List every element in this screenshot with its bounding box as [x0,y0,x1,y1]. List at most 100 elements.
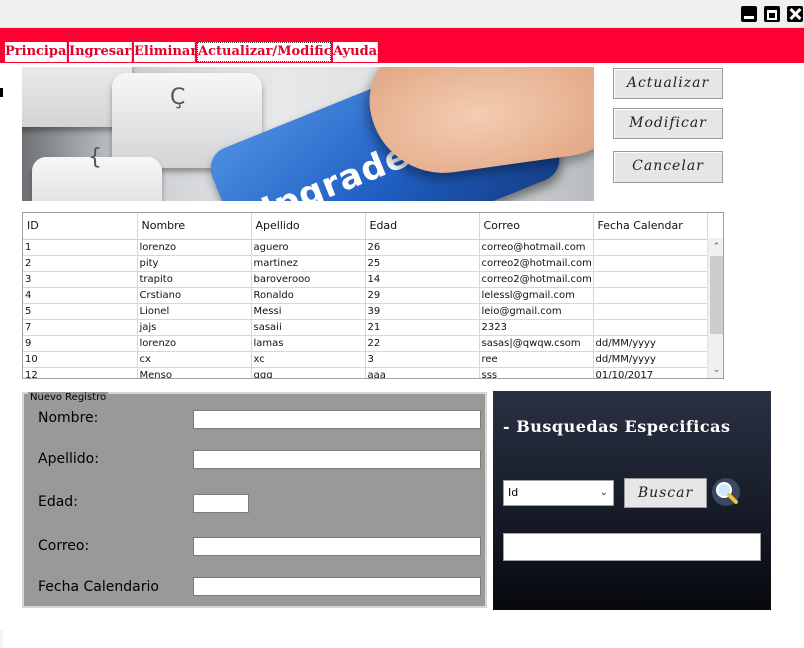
table-cell[interactable]: lelessl@gmail.com [479,287,594,304]
table-cell[interactable]: Lionel [137,303,252,320]
app-window: Principal Ingresar Eliminar Actualizar/M… [0,0,804,648]
menu-item-eliminar[interactable]: Eliminar [134,42,197,62]
table-cell[interactable]: 4 [23,287,138,304]
grid-scrollbar[interactable]: ⌃ ⌄ [707,238,723,378]
column-header[interactable]: Edad [365,213,480,240]
table-cell[interactable]: lorenzo [137,239,252,256]
menu-item-principal[interactable]: Principal [5,42,71,62]
menu-item-ayuda[interactable]: Ayuda [333,42,378,62]
search-value-input[interactable] [503,533,761,561]
table-cell[interactable]: 29 [365,287,480,304]
scroll-thumb[interactable] [710,256,723,334]
table-cell[interactable]: Ronaldo [251,287,366,304]
buscar-button[interactable]: Buscar [624,478,707,508]
table-cell[interactable]: Messi [251,303,366,320]
table-cell[interactable]: correo2@hotmail.com [479,271,594,288]
table-cell[interactable]: baroverooo [251,271,366,288]
table-cell[interactable]: 25 [365,255,480,272]
table-cell[interactable]: 01/10/2017 [593,367,708,378]
table-cell[interactable] [593,319,708,336]
nombre-label: Nombre: [38,410,99,426]
nombre-input[interactable] [193,410,481,429]
table-row[interactable]: 1 lorenzo aguero 26 correo@hotmail.com [23,239,708,256]
table-cell[interactable]: 7 [23,319,138,336]
column-header[interactable]: Apellido [251,213,366,240]
table-cell[interactable]: 3 [365,351,480,368]
cancelar-button[interactable]: Cancelar [613,151,723,183]
correo-input[interactable] [193,537,481,556]
table-row[interactable]: 2 pity martinez 25 correo2@hotmail.com [23,255,708,272]
table-cell[interactable]: sss [479,367,594,378]
table-row[interactable]: 12 Menso qqq aaa sss 01/10/2017 [23,367,708,378]
table-cell[interactable]: xc [251,351,366,368]
apellido-label: Apellido: [38,451,99,467]
table-cell[interactable] [593,303,708,320]
actualizar-button[interactable]: Actualizar [613,68,723,99]
table-row[interactable]: 9 lorenzo lamas 22 sasas|@qwqw.csom dd/MM/yyy… [23,335,708,352]
apellido-input[interactable] [193,450,481,469]
table-cell[interactable]: sasaii [251,319,366,336]
table-cell[interactable]: ree [479,351,594,368]
table-cell[interactable]: 2 [23,255,138,272]
table-cell[interactable]: 39 [365,303,480,320]
table-cell[interactable]: trapito [137,271,252,288]
table-cell[interactable]: 3 [23,271,138,288]
table-cell[interactable]: lamas [251,335,366,352]
table-row[interactable]: 5 Lionel Messi 39 leio@gmail.com [23,303,708,320]
table-cell[interactable]: 22 [365,335,480,352]
table-cell[interactable]: pity [137,255,252,272]
table-row[interactable]: 10 cx xc 3 ree dd/MM/yyyy [23,351,708,368]
table-cell[interactable]: 12 [23,367,138,378]
menu-item-actualizar-modificar[interactable]: Actualizar/Modificar [197,42,347,62]
key-glyph: Ç [170,85,186,110]
table-row[interactable]: 3 trapito baroverooo 14 correo2@hotmail.com [23,271,708,288]
table-cell[interactable]: Menso [137,367,252,378]
table-cell[interactable]: aaa [365,367,480,378]
table-cell[interactable]: lorenzo [137,335,252,352]
column-header[interactable]: ID [23,213,138,240]
upgrade-banner-image: Ç { Upgrade [22,67,594,201]
table-cell[interactable] [593,287,708,304]
table-cell[interactable]: correo@hotmail.com [479,239,594,256]
modificar-button[interactable]: Modificar [613,108,723,139]
scroll-down-icon[interactable]: ⌄ [708,363,723,377]
records-grid[interactable]: ID Nombre Apellido Edad Correo Fecha Calendar… [22,212,724,379]
table-cell[interactable]: 2323 [479,319,594,336]
table-cell[interactable]: dd/MM/yyyy [593,335,708,352]
search-field-select[interactable]: Id ⌄ [503,480,614,506]
table-cell[interactable]: 26 [365,239,480,256]
table-cell[interactable]: cx [137,351,252,368]
table-cell[interactable]: dd/MM/yyyy [593,351,708,368]
panel-title: - Busquedas Especificas [503,417,731,436]
table-cell[interactable]: aguero [251,239,366,256]
table-cell[interactable]: qqq [251,367,366,378]
table-cell[interactable]: 9 [23,335,138,352]
table-cell[interactable] [593,255,708,272]
fecha-calendario-input[interactable] [193,577,481,596]
table-cell[interactable]: 21 [365,319,480,336]
column-header[interactable]: Fecha Calendar [593,213,708,240]
maximize-icon[interactable] [764,6,780,22]
table-cell[interactable]: jajs [137,319,252,336]
table-cell[interactable]: 5 [23,303,138,320]
table-cell[interactable]: martinez [251,255,366,272]
table-cell[interactable]: 14 [365,271,480,288]
table-cell[interactable]: 1 [23,239,138,256]
minimize-icon[interactable] [741,6,757,22]
table-cell[interactable]: 10 [23,351,138,368]
table-cell[interactable]: sasas|@qwqw.csom [479,335,594,352]
table-cell[interactable]: correo2@hotmail.com [479,255,594,272]
table-cell[interactable]: Crstiano [137,287,252,304]
edad-input[interactable] [193,494,249,513]
magnifier-icon[interactable] [710,477,744,509]
table-row[interactable]: 7 jajs sasaii 21 2323 [23,319,708,336]
column-header[interactable]: Correo [479,213,594,240]
table-cell[interactable] [593,239,708,256]
scroll-up-icon[interactable]: ⌃ [708,240,723,254]
column-header[interactable]: Nombre [137,213,252,240]
table-cell[interactable] [593,271,708,288]
table-cell[interactable]: leio@gmail.com [479,303,594,320]
menu-item-ingresar[interactable]: Ingresar [69,42,132,62]
close-icon[interactable] [787,6,803,22]
table-row[interactable]: 4 Crstiano Ronaldo 29 lelessl@gmail.com [23,287,708,304]
